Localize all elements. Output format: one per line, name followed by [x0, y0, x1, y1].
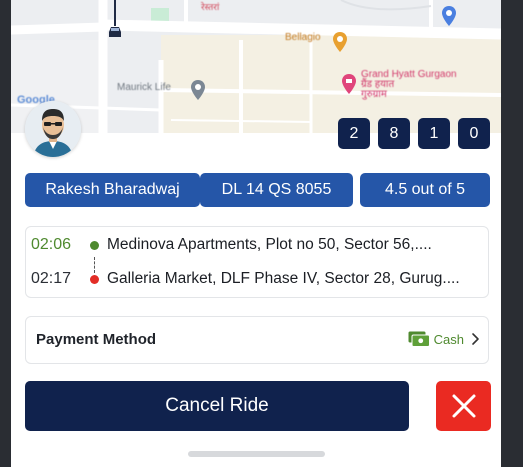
otp-digit: 0 [458, 118, 490, 149]
drop-dot-icon [90, 274, 99, 284]
drop-time: 02:17 [31, 270, 72, 287]
route-card: 02:06 Medinova Apartments, Plot no 50, S… [25, 226, 489, 298]
driver-rating-chip: 4.5 out of 5 [360, 173, 490, 207]
close-icon [452, 394, 475, 418]
transit-pin-icon [442, 6, 456, 26]
payment-method-value[interactable]: Cash [408, 330, 482, 348]
pickup-time: 02:06 [31, 236, 72, 253]
map-background [11, 0, 501, 133]
map-label-road: Maurick Life [117, 82, 171, 93]
map-label-top: रेस्तरां [201, 2, 220, 12]
drop-stop: 02:17 Galleria Market, DLF Phase IV, Sec… [26, 269, 488, 289]
map-label-mall: Bellagio [285, 32, 321, 43]
vehicle-number-chip: DL 14 QS 8055 [200, 173, 353, 207]
chevron-right-icon [472, 333, 479, 345]
cancel-ride-button[interactable]: Cancel Ride [25, 381, 409, 431]
car-marker-icon [109, 0, 121, 37]
otp-digit: 1 [418, 118, 450, 149]
map-view[interactable]: Bellagio Grand Hyatt Gurgaon ग्रैंड हयात… [11, 0, 501, 133]
otp-digit: 2 [338, 118, 370, 149]
map-label-hotel: Grand Hyatt Gurgaon ग्रैंड हयात गुरुग्रा… [361, 70, 457, 100]
driver-avatar [25, 101, 81, 157]
home-indicator[interactable] [188, 451, 325, 457]
pickup-address: Medinova Apartments, Plot no 50, Sector … [107, 236, 432, 253]
ride-screen: Bellagio Grand Hyatt Gurgaon ग्रैंड हयात… [11, 0, 501, 467]
otp-digit: 8 [378, 118, 410, 149]
driver-avatar-icon [25, 101, 81, 157]
payment-method-row[interactable]: Payment Method Cash [25, 316, 489, 364]
drop-address: Galleria Market, DLF Phase IV, Sector 28… [107, 270, 460, 287]
payment-method-label: Payment Method [36, 331, 157, 348]
close-button[interactable] [436, 381, 491, 431]
cash-label: Cash [433, 331, 464, 347]
shopping-pin-icon [333, 32, 347, 52]
hotel-pin-icon [342, 74, 356, 94]
ride-otp: 2 8 1 0 [338, 118, 490, 149]
pickup-dot-icon [90, 240, 99, 250]
driver-name-chip: Rakesh Bharadwaj [25, 173, 200, 207]
map-label-hotel-line3: गुरुग्राम [361, 89, 387, 100]
cash-icon [408, 331, 430, 347]
pickup-stop: 02:06 Medinova Apartments, Plot no 50, S… [26, 235, 488, 255]
place-pin-icon [191, 80, 205, 100]
